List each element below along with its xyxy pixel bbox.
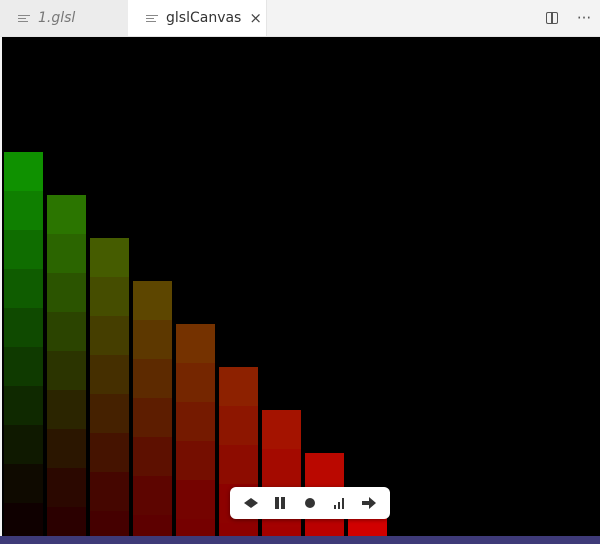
tab-label: glslCanvas bbox=[166, 10, 242, 26]
shader-block bbox=[219, 367, 258, 406]
shader-block bbox=[90, 472, 129, 511]
shader-block bbox=[176, 402, 215, 441]
shader-block bbox=[133, 476, 172, 515]
shader-output bbox=[4, 152, 387, 536]
shader-block bbox=[262, 449, 301, 488]
next-icon bbox=[362, 497, 377, 509]
shader-block bbox=[47, 312, 86, 351]
record-icon bbox=[304, 498, 315, 508]
shader-block bbox=[262, 527, 301, 536]
shader-block bbox=[219, 406, 258, 445]
split-editor-icon bbox=[546, 12, 558, 24]
shader-block bbox=[90, 238, 129, 277]
shader-block bbox=[133, 437, 172, 476]
shader-block bbox=[4, 464, 43, 503]
shader-block bbox=[47, 468, 86, 507]
shader-block bbox=[90, 394, 129, 433]
shader-block bbox=[47, 390, 86, 429]
shader-block bbox=[4, 347, 43, 386]
record-button[interactable] bbox=[299, 492, 321, 514]
shader-block bbox=[133, 359, 172, 398]
split-editor-button[interactable] bbox=[536, 0, 568, 36]
shader-block bbox=[47, 234, 86, 273]
editor-tab-bar: 1.glsl glslCanvas × ··· bbox=[0, 0, 600, 37]
more-actions-button[interactable]: ··· bbox=[568, 0, 600, 36]
shader-block bbox=[133, 515, 172, 536]
shader-block bbox=[47, 507, 86, 536]
shader-block bbox=[262, 410, 301, 449]
file-lines-icon bbox=[18, 14, 30, 22]
shader-block bbox=[4, 425, 43, 464]
close-icon[interactable]: × bbox=[249, 9, 262, 27]
shader-block bbox=[4, 269, 43, 308]
shader-block bbox=[47, 195, 86, 234]
status-bar bbox=[0, 536, 600, 544]
stats-icon bbox=[333, 498, 344, 509]
expand-icon bbox=[243, 498, 258, 508]
editor-actions: ··· bbox=[536, 0, 600, 36]
shader-block bbox=[4, 230, 43, 269]
shader-block bbox=[4, 308, 43, 347]
more-actions-icon: ··· bbox=[576, 9, 592, 27]
shader-block bbox=[176, 480, 215, 519]
canvas-controls bbox=[230, 487, 390, 519]
shader-block bbox=[90, 433, 129, 472]
shader-block bbox=[133, 398, 172, 437]
pause-icon bbox=[275, 497, 286, 509]
shader-canvas[interactable] bbox=[2, 37, 600, 536]
tab-glslcanvas[interactable]: glslCanvas × bbox=[128, 0, 267, 36]
shader-block bbox=[176, 324, 215, 363]
shader-block bbox=[90, 511, 129, 536]
shader-block bbox=[219, 445, 258, 484]
shader-block bbox=[47, 273, 86, 312]
shader-block bbox=[4, 191, 43, 230]
shader-block bbox=[133, 320, 172, 359]
shader-block bbox=[47, 429, 86, 468]
shader-block bbox=[219, 523, 258, 536]
stats-button[interactable] bbox=[329, 492, 351, 514]
shader-block bbox=[4, 152, 43, 191]
next-button[interactable] bbox=[358, 492, 380, 514]
shader-block bbox=[47, 351, 86, 390]
file-lines-icon bbox=[146, 14, 158, 22]
tab-label: 1.glsl bbox=[38, 10, 76, 26]
tab-1-glsl[interactable]: 1.glsl bbox=[0, 0, 128, 36]
pause-button[interactable] bbox=[269, 492, 291, 514]
shader-block bbox=[90, 316, 129, 355]
shader-block bbox=[133, 281, 172, 320]
shader-block bbox=[4, 503, 43, 536]
shader-block bbox=[4, 386, 43, 425]
shader-block bbox=[90, 277, 129, 316]
shader-block bbox=[176, 363, 215, 402]
expand-button[interactable] bbox=[240, 492, 262, 514]
shader-block bbox=[90, 355, 129, 394]
shader-block bbox=[176, 441, 215, 480]
shader-block bbox=[176, 519, 215, 536]
